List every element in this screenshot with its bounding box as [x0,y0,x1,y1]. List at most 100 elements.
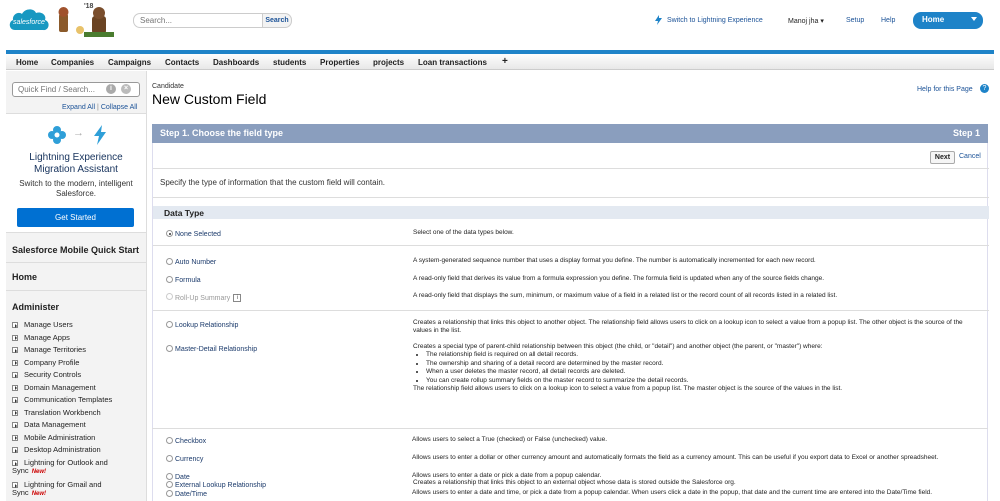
expand-icon[interactable] [12,422,18,428]
list-item: The relationship field is required on al… [426,351,978,359]
list-item: You can create rollup summary fields on … [426,377,978,385]
label-external-lookup-relationship: External Lookup Relationship [175,482,267,489]
radio-auto-number[interactable] [166,258,173,265]
sidebar-item-manage-territories[interactable]: Manage Territories [12,346,139,354]
radio-date-time[interactable] [166,490,173,497]
expand-icon[interactable] [12,482,18,488]
tab-contacts[interactable]: Contacts [165,58,199,67]
info-icon[interactable]: i [106,84,116,94]
expand-icon[interactable] [12,447,18,453]
sidebar-item-label: Communication Templates [24,395,113,404]
help-link[interactable]: Help [881,17,895,24]
desc-date: Allows users to enter a date or pick a d… [412,472,602,479]
salesforce-logo[interactable]: salesforce [7,4,52,37]
radio-currency[interactable] [166,455,173,462]
sidebar-item-security-controls[interactable]: Security Controls [12,371,139,379]
expand-icon[interactable] [12,322,18,328]
add-tab-button[interactable]: + [502,56,508,67]
sidebar-item-translation-workbench[interactable]: Translation Workbench [12,407,139,417]
expand-icon[interactable] [12,384,18,391]
app-menu-button[interactable]: Home [913,12,983,29]
list-item: The ownership and sharing of a detail re… [426,360,978,368]
expand-all-link[interactable]: Expand All [62,104,95,111]
breadcrumb[interactable]: Candidate [152,83,184,90]
expand-icon[interactable] [12,347,18,353]
sidebar-item-label: Desktop Administration [24,445,101,454]
radio-date[interactable] [166,473,173,480]
help-for-page-link[interactable]: Help for this Page [917,86,973,93]
expand-icon[interactable] [12,434,18,441]
radio-formula[interactable] [166,276,173,283]
info-icon[interactable]: i [233,294,242,302]
year-badge: '18 [84,3,94,10]
tab-students[interactable]: students [273,58,306,67]
promo-body-line2: Salesforce. [55,189,97,198]
setup-link[interactable]: Setup [846,17,864,24]
tab-dashboards[interactable]: Dashboards [213,58,259,67]
search-input[interactable] [133,13,263,28]
radio-lookup-relationship[interactable] [166,321,173,328]
next-button[interactable]: Next [930,151,955,164]
label-text: Roll-Up Summary [175,294,231,302]
user-name: Manoj jha [788,18,819,25]
collapse-all-link[interactable]: Collapse All [101,104,138,111]
promo-title-line2: Migration Assistant [34,164,118,175]
sidebar-item-company-profile[interactable]: Company Profile [12,358,139,367]
step-title: Step 1. Choose the field type [160,128,284,138]
step-header: Step 1. Choose the field type Step 1 [152,124,988,143]
home-section-link[interactable]: Home [12,272,37,282]
expand-icon[interactable] [12,359,18,366]
new-badge: New! [31,469,47,475]
tab-projects[interactable]: projects [373,58,404,67]
promo-body: Switch to the modern, intelligent Salesf… [6,179,146,199]
mobile-quick-start-link[interactable]: Salesforce Mobile Quick Start [12,245,139,255]
sidebar-item-communication-templates[interactable]: Communication Templates [12,395,139,404]
tab-loan-transactions[interactable]: Loan transactions [418,58,487,67]
expand-icon[interactable] [12,372,18,378]
chevron-down-icon: ▾ [820,18,824,25]
sidebar-item-label: Translation Workbench [24,407,101,417]
setup-sidebar: i × Expand All | Collapse All → Lightnin… [6,71,147,501]
divider [152,428,988,429]
radio-none-selected[interactable] [166,230,173,237]
radio-external-lookup-relationship[interactable] [166,481,173,488]
switch-to-lightning-link[interactable]: Switch to Lightning Experience [667,17,763,24]
tab-companies[interactable]: Companies [51,58,94,67]
administer-heading: Administer [12,302,60,312]
label-none-selected: None Selected [175,231,221,238]
sidebar-item-lightning-outlook[interactable]: Lightning for Outlook and Sync New! [12,459,139,476]
radio-master-detail-relationship[interactable] [166,345,173,352]
user-menu[interactable]: Manoj jha ▾ [788,17,824,25]
expand-icon[interactable] [12,397,18,403]
sidebar-item-desktop-administration[interactable]: Desktop Administration [12,445,139,454]
divider [6,290,146,291]
divider [6,262,146,263]
sidebar-item-data-management[interactable]: Data Management [12,421,139,429]
sidebar-item-manage-users[interactable]: Manage Users [12,321,139,329]
clear-icon[interactable]: × [121,84,131,94]
sidebar-item-domain-management[interactable]: Domain Management [12,383,139,392]
expand-icon[interactable] [12,409,18,416]
sidebar-item-mobile-administration[interactable]: Mobile Administration [12,433,139,442]
help-icon[interactable]: ? [980,84,989,93]
expand-icon[interactable] [12,460,18,466]
tab-properties[interactable]: Properties [320,58,360,67]
sidebar-item-lightning-gmail[interactable]: Lightning for Gmail and Sync New! [12,481,139,498]
desc-none-selected: Select one of the data types below. [413,229,514,236]
radio-roll-up-summary [166,293,173,300]
desc-lookup-relationship: Creates a relationship that links this o… [413,319,963,335]
divider [153,245,989,246]
tab-bar: Home Companies Campaigns Contacts Dashbo… [6,50,994,70]
desc-auto-number: A system-generated sequence number that … [413,257,816,264]
cancel-link[interactable]: Cancel [959,153,981,160]
tab-campaigns[interactable]: Campaigns [108,58,151,67]
expand-collapse-links: Expand All | Collapse All [62,104,137,111]
sidebar-item-manage-apps[interactable]: Manage Apps [12,333,139,342]
desc-currency: Allows users to enter a dollar or other … [412,454,939,461]
get-started-button[interactable]: Get Started [17,208,134,227]
radio-checkbox[interactable] [166,437,173,444]
tab-home[interactable]: Home [16,58,38,67]
search-button[interactable]: Search [262,13,292,28]
arrow-right-icon: → [73,127,84,139]
expand-icon[interactable] [12,334,18,341]
